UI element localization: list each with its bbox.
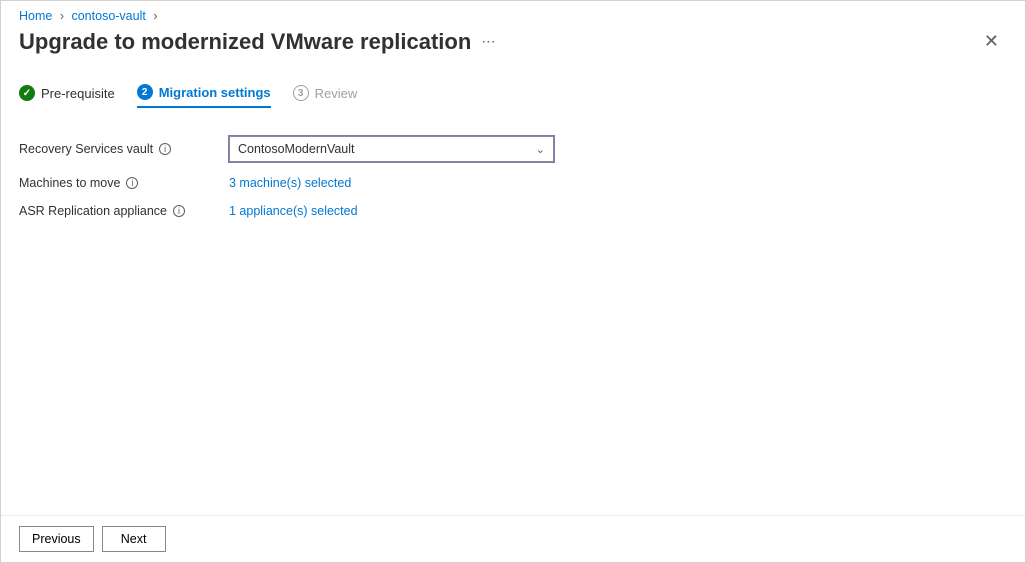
select-value: ContosoModernVault bbox=[238, 142, 355, 156]
step-label: Review bbox=[315, 86, 358, 101]
label-text: ASR Replication appliance bbox=[19, 204, 167, 218]
step-migration-settings[interactable]: 2 Migration settings bbox=[137, 84, 271, 108]
next-button[interactable]: Next bbox=[102, 526, 166, 552]
step-review[interactable]: 3 Review bbox=[293, 85, 358, 107]
machines-selected-link[interactable]: 3 machine(s) selected bbox=[229, 176, 351, 190]
info-icon[interactable]: i bbox=[159, 143, 171, 155]
breadcrumb-separator: › bbox=[60, 9, 64, 23]
wizard-steps: ✓ Pre-requisite 2 Migration settings 3 R… bbox=[1, 66, 1025, 114]
step-prerequisite[interactable]: ✓ Pre-requisite bbox=[19, 85, 115, 107]
label-text: Machines to move bbox=[19, 176, 120, 190]
close-icon[interactable]: ✕ bbox=[976, 27, 1007, 56]
field-label: Machines to move i bbox=[19, 176, 229, 190]
field-asr-appliance: ASR Replication appliance i 1 appliance(… bbox=[19, 204, 1007, 218]
info-icon[interactable]: i bbox=[173, 205, 185, 217]
field-recovery-vault: Recovery Services vault i ContosoModernV… bbox=[19, 136, 1007, 162]
breadcrumb-vault-link[interactable]: contoso-vault bbox=[71, 9, 145, 23]
breadcrumb: Home › contoso-vault › bbox=[1, 1, 1025, 27]
step-label: Migration settings bbox=[159, 85, 271, 100]
footer-bar: Previous Next bbox=[1, 515, 1025, 562]
step-label: Pre-requisite bbox=[41, 86, 115, 101]
field-label: ASR Replication appliance i bbox=[19, 204, 229, 218]
check-icon: ✓ bbox=[19, 85, 35, 101]
page-title: Upgrade to modernized VMware replication bbox=[19, 29, 471, 55]
chevron-down-icon: ⌄ bbox=[536, 143, 545, 156]
previous-button[interactable]: Previous bbox=[19, 526, 94, 552]
field-label: Recovery Services vault i bbox=[19, 142, 229, 156]
title-row: Upgrade to modernized VMware replication… bbox=[1, 27, 1025, 66]
label-text: Recovery Services vault bbox=[19, 142, 153, 156]
breadcrumb-home-link[interactable]: Home bbox=[19, 9, 52, 23]
form-area: Recovery Services vault i ContosoModernV… bbox=[1, 114, 1025, 515]
info-icon[interactable]: i bbox=[126, 177, 138, 189]
step-number-icon: 2 bbox=[137, 84, 153, 100]
more-actions-icon[interactable]: ⋯ bbox=[481, 33, 497, 50]
breadcrumb-separator: › bbox=[153, 9, 157, 23]
page-root: Home › contoso-vault › Upgrade to modern… bbox=[0, 0, 1026, 563]
step-number-icon: 3 bbox=[293, 85, 309, 101]
recovery-vault-select[interactable]: ContosoModernVault ⌄ bbox=[229, 136, 554, 162]
appliance-selected-link[interactable]: 1 appliance(s) selected bbox=[229, 204, 358, 218]
field-machines-to-move: Machines to move i 3 machine(s) selected bbox=[19, 176, 1007, 190]
